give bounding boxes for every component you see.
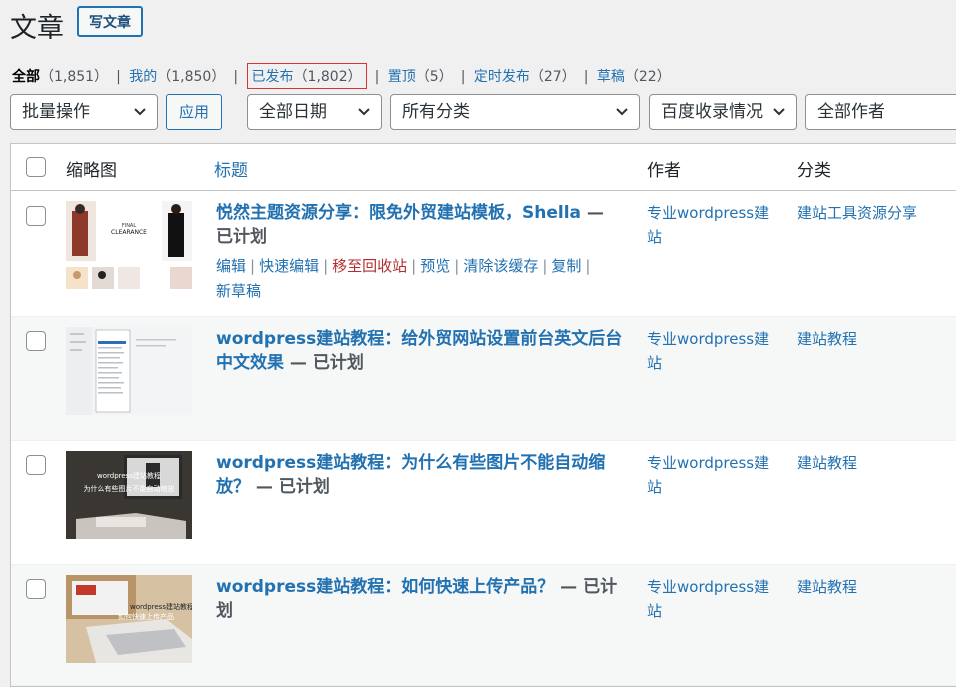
post-author-link[interactable]: 专业wordpress建站 bbox=[647, 575, 777, 623]
view-scheduled[interactable]: 定时发布（27） bbox=[474, 66, 576, 86]
table-row: wordpress建站教程 为什么有些图片不能自动缩放 wordpress建站教… bbox=[11, 441, 956, 565]
chevron-down-icon bbox=[134, 108, 146, 116]
row-checkbox[interactable] bbox=[26, 206, 46, 226]
column-title[interactable]: 标题 bbox=[214, 156, 248, 181]
author-filter-select[interactable]: 全部作者 bbox=[805, 94, 956, 130]
page-title: 文章 bbox=[10, 13, 64, 44]
add-new-post-button[interactable]: 写文章 bbox=[77, 6, 143, 37]
post-thumbnail[interactable] bbox=[66, 327, 192, 415]
quick-edit-link[interactable]: 快速编辑 bbox=[259, 257, 319, 275]
post-title-link[interactable]: wordpress建站教程：如何快速上传产品？ — 已计划 bbox=[216, 575, 626, 623]
chevron-down-icon bbox=[773, 108, 785, 116]
category-filter-select[interactable]: 所有分类 bbox=[390, 94, 640, 130]
date-filter-select[interactable]: 全部日期 bbox=[247, 94, 382, 130]
post-category-link[interactable]: 建站工具资源分享 bbox=[797, 201, 956, 225]
post-thumbnail[interactable]: FINAL CLEARANCE bbox=[66, 201, 192, 289]
svg-text:为什么有些图片不能自动缩放: 为什么有些图片不能自动缩放 bbox=[84, 484, 175, 493]
table-row: FINAL CLEARANCE 悦然主题资源分享：限免外贸建站模板，Shella… bbox=[11, 191, 956, 317]
row-checkbox[interactable] bbox=[26, 331, 46, 351]
post-category-link[interactable]: 建站教程 bbox=[797, 575, 956, 599]
column-category: 分类 bbox=[797, 161, 831, 181]
svg-text:wordpress建站教程: wordpress建站教程 bbox=[130, 602, 192, 611]
column-author: 作者 bbox=[647, 161, 681, 181]
bulk-action-select[interactable]: 批量操作 bbox=[10, 94, 158, 130]
post-thumbnail[interactable]: wordpress建站教程 如何快速上传产品 bbox=[66, 575, 192, 663]
row-checkbox[interactable] bbox=[26, 579, 46, 599]
svg-text:CLEARANCE: CLEARANCE bbox=[111, 229, 147, 236]
post-title-link[interactable]: wordpress建站教程：为什么有些图片不能自动缩放？ — 已计划 bbox=[216, 451, 626, 499]
row-actions: 编辑 | 快速编辑 | 移至回收站 | 预览 | 清除该缓存 | 复制 | 新草稿 bbox=[216, 257, 591, 300]
post-title-link[interactable]: wordpress建站教程：给外贸网站设置前台英文后台中文效果 — 已计划 bbox=[216, 327, 626, 375]
post-category-link[interactable]: 建站教程 bbox=[797, 451, 956, 475]
view-sticky[interactable]: 置顶（5） bbox=[388, 66, 453, 86]
post-thumbnail[interactable]: wordpress建站教程 为什么有些图片不能自动缩放 bbox=[66, 451, 192, 539]
post-author-link[interactable]: 专业wordpress建站 bbox=[647, 451, 777, 499]
row-checkbox[interactable] bbox=[26, 455, 46, 475]
table-row: wordpress建站教程 如何快速上传产品 wordpress建站教程：如何快… bbox=[11, 565, 956, 686]
post-category-link[interactable]: 建站教程 bbox=[797, 327, 956, 351]
copy-link[interactable]: 复制 bbox=[551, 257, 581, 275]
column-thumbnail: 缩略图 bbox=[66, 161, 117, 181]
posts-table: 缩略图 标题 作者 分类 FINAL CLEARANCE 悦然主题资源分享：限免… bbox=[10, 143, 956, 687]
svg-text:如何快速上传产品: 如何快速上传产品 bbox=[118, 612, 174, 621]
chevron-down-icon bbox=[358, 108, 370, 116]
view-drafts[interactable]: 草稿（22） bbox=[597, 66, 671, 86]
baidu-index-filter-select[interactable]: 百度收录情况 bbox=[649, 94, 797, 130]
table-row: wordpress建站教程：给外贸网站设置前台英文后台中文效果 — 已计划 专业… bbox=[11, 317, 956, 441]
apply-button[interactable]: 应用 bbox=[166, 94, 223, 130]
post-title-link[interactable]: 悦然主题资源分享：限免外贸建站模板，Shella — 已计划 bbox=[216, 201, 626, 249]
view-mine[interactable]: 我的（1,850） bbox=[129, 66, 225, 86]
post-author-link[interactable]: 专业wordpress建站 bbox=[647, 201, 777, 249]
select-all-checkbox[interactable] bbox=[26, 157, 46, 177]
table-header: 缩略图 标题 作者 分类 bbox=[11, 144, 956, 191]
view-all[interactable]: 全部（1,851） bbox=[12, 66, 108, 86]
preview-link[interactable]: 预览 bbox=[420, 257, 450, 275]
new-draft-link[interactable]: 新草稿 bbox=[216, 282, 261, 300]
chevron-down-icon bbox=[616, 108, 628, 116]
view-published[interactable]: 已发布（1,802） bbox=[246, 63, 367, 89]
edit-link[interactable]: 编辑 bbox=[216, 257, 246, 275]
svg-text:wordpress建站教程: wordpress建站教程 bbox=[97, 471, 161, 480]
post-author-link[interactable]: 专业wordpress建站 bbox=[647, 327, 777, 375]
clear-cache-link[interactable]: 清除该缓存 bbox=[463, 257, 538, 275]
trash-link[interactable]: 移至回收站 bbox=[332, 257, 407, 275]
post-status-views: 全部（1,851） | 我的（1,850） | 已发布（1,802） | 置顶（5） |… bbox=[12, 63, 671, 89]
